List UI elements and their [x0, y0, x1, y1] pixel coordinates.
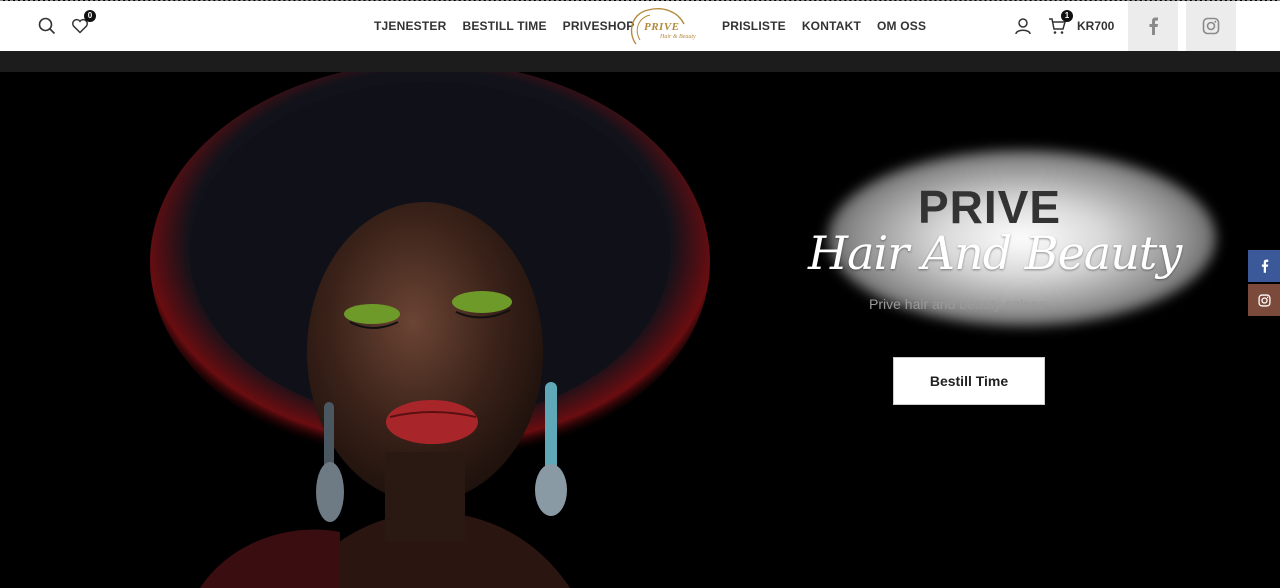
logo-subtitle: Hair & Beauty [660, 34, 696, 40]
nav-item-bestill-time[interactable]: BESTILL TIME [462, 19, 546, 33]
wishlist-button[interactable]: 0 [68, 10, 96, 38]
site-header: 0 TJENESTER BESTILL TIME PRIVESHOP PRIVE… [0, 1, 1280, 51]
hero-subtitle: Prive hair and beauty salone [869, 296, 1047, 312]
nav-item-tjenester[interactable]: TJENESTER [374, 19, 446, 33]
search-icon [38, 17, 56, 35]
hero-portrait-image [150, 72, 710, 588]
instagram-icon [1202, 17, 1220, 35]
instagram-icon [1257, 293, 1271, 307]
main-nav-right: PRISLISTE KONTAKT OM OSS [714, 1, 934, 51]
header-instagram-link[interactable] [1186, 1, 1236, 51]
cart-button[interactable]: 1 [1045, 10, 1073, 38]
facebook-icon [1261, 259, 1268, 273]
book-appointment-button[interactable]: Bestill Time [893, 357, 1045, 405]
nav-item-prisliste[interactable]: PRISLISTE [722, 19, 786, 33]
wishlist-count-badge: 0 [84, 10, 96, 22]
hero-script-title: Hair And Beauty [808, 226, 1182, 280]
sub-header-bar [0, 51, 1280, 72]
sticky-instagram-link[interactable] [1248, 284, 1280, 316]
hero-banner [0, 72, 1280, 588]
main-nav-left: TJENESTER BESTILL TIME PRIVESHOP [366, 1, 643, 51]
site-logo[interactable]: PRIVE Hair & Beauty [626, 4, 696, 48]
logo-title: PRIVE [644, 21, 680, 33]
header-facebook-link[interactable] [1128, 1, 1178, 51]
nav-item-om-oss[interactable]: OM OSS [877, 19, 926, 33]
cart-amount[interactable]: KR700 [1077, 19, 1114, 33]
search-button[interactable] [35, 14, 59, 38]
nav-item-kontakt[interactable]: KONTAKT [802, 19, 861, 33]
user-icon [1015, 18, 1031, 35]
sticky-facebook-link[interactable] [1248, 250, 1280, 282]
account-button[interactable] [1011, 14, 1035, 38]
cart-count-badge: 1 [1061, 10, 1073, 22]
nav-item-priveshop[interactable]: PRIVESHOP [563, 19, 635, 33]
facebook-icon [1149, 17, 1158, 35]
